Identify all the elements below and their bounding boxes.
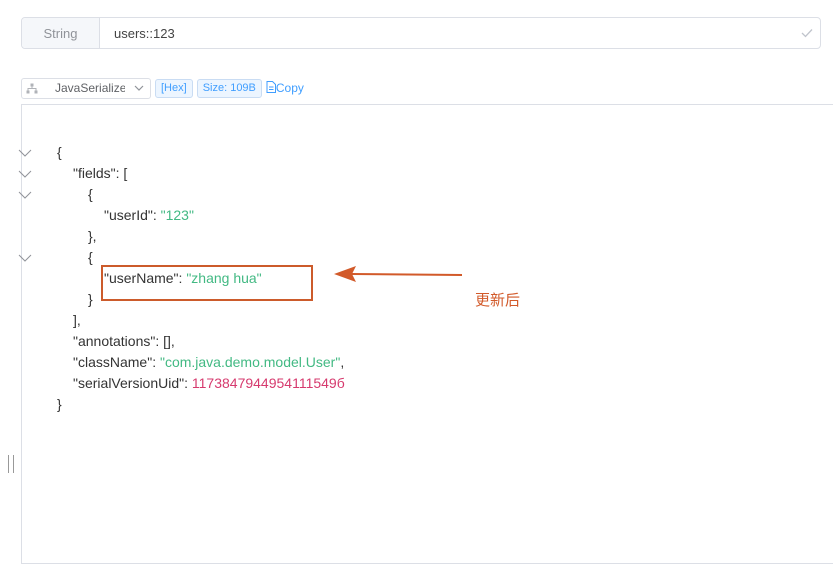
json-string-value: "123" — [160, 207, 194, 223]
key-row: String — [21, 17, 821, 49]
key-type-label: String — [22, 18, 100, 48]
resize-handle[interactable] — [8, 455, 14, 473]
viewer-toolbar: JavaSerialize [Hex] Size: 109B Copy — [21, 77, 304, 99]
json-punct: : [], — [155, 333, 175, 349]
json-line-classname: "className": "com.java.demo.model.User", — [73, 354, 345, 370]
json-punct: : [ — [115, 165, 128, 181]
json-key: "className" — [73, 354, 153, 370]
key-name-input[interactable] — [100, 18, 794, 48]
format-select-label: JavaSerialize — [55, 81, 125, 95]
annotation-arrow — [334, 266, 463, 282]
fold-toggle-icon[interactable] — [18, 247, 32, 268]
copy-label: Copy — [275, 81, 304, 95]
json-string-value: "com.java.demo.model.User" — [159, 354, 341, 370]
chevron-down-icon — [134, 82, 144, 97]
sitemap-icon — [26, 81, 40, 95]
json-open-brace: { — [57, 144, 62, 160]
hex-tag[interactable]: [Hex] — [155, 78, 193, 98]
document-icon — [266, 80, 276, 96]
format-select[interactable]: JavaSerialize — [21, 77, 151, 99]
annotation-label: 更新后 — [475, 292, 521, 309]
fold-toggle-icon[interactable] — [18, 142, 32, 163]
fold-toggle-icon[interactable] — [18, 163, 32, 184]
json-line-userid: "userId": "123" — [104, 207, 194, 223]
size-tag: Size: 109B — [196, 78, 262, 98]
json-key: "annotations" — [73, 333, 156, 349]
json-fields-close: ], — [73, 312, 81, 328]
copy-button[interactable]: Copy — [266, 80, 304, 96]
fold-toggle-icon[interactable] — [18, 184, 32, 205]
json-obj1-close: }, — [88, 228, 97, 244]
json-obj2-open: { — [88, 249, 93, 265]
json-obj2-close: } — [88, 291, 93, 307]
json-number-value: 1173847944954111549б — [191, 375, 345, 391]
json-key: "serialVersionUid" — [73, 375, 185, 391]
json-obj1-open: { — [88, 186, 93, 202]
json-line-serial: "serialVersionUid": 1173847944954111549б — [73, 375, 345, 391]
check-icon — [794, 18, 820, 48]
json-close-brace: } — [57, 396, 62, 412]
json-key: "userId" — [104, 207, 153, 223]
json-line-annotations: "annotations": [], — [73, 331, 175, 352]
highlight-box — [101, 265, 313, 301]
json-line-fields: "fields": [ — [73, 163, 127, 184]
json-key: "fields" — [73, 165, 116, 181]
